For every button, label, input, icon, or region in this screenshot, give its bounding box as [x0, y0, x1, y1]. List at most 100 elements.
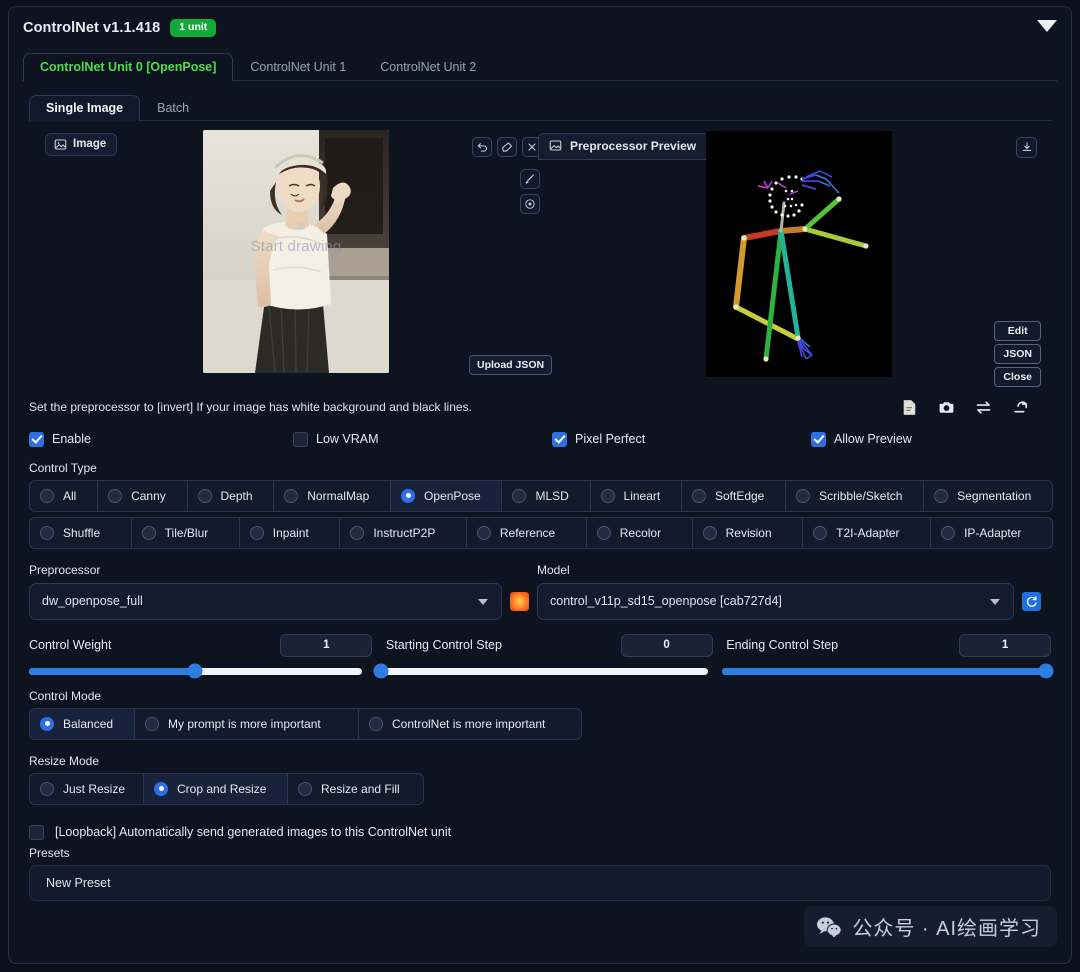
eraser-icon[interactable] — [497, 136, 517, 157]
chevron-down-icon[interactable] — [1037, 20, 1057, 32]
control-type-instructp2p[interactable]: InstructP2P — [339, 516, 466, 549]
slider-labels: Control Weight 1 Starting Control Step 0… — [29, 633, 1052, 657]
preprocessor-label: Preprocessor — [29, 562, 101, 577]
loopback-label: [Loopback] Automatically send generated … — [55, 825, 452, 840]
control-type-segmentation[interactable]: Segmentation — [923, 479, 1053, 512]
source-image-canvas[interactable]: Start drawing — [203, 129, 389, 373]
slider-tracks — [29, 663, 1054, 679]
control-type-t2i-adapter[interactable]: T2I-Adapter — [802, 516, 931, 549]
presets-value: New Preset — [46, 875, 111, 890]
checkbox-enable[interactable]: Enable — [29, 431, 293, 447]
control-type-openpose[interactable]: OpenPose — [390, 479, 502, 512]
control-type-depth[interactable]: Depth — [186, 479, 274, 512]
radio-label: SoftEdge — [714, 488, 765, 503]
preprocessor-dropdown[interactable]: dw_openpose_full — [29, 582, 502, 620]
control-type-tile-blur[interactable]: Tile/Blur — [130, 516, 239, 549]
resize-mode-resize-and-fill[interactable]: Resize and Fill — [287, 772, 424, 805]
radio-dot — [813, 525, 828, 540]
control-type-normalmap[interactable]: NormalMap — [273, 479, 391, 512]
radio-dot — [40, 716, 54, 731]
starting-step-value[interactable]: 0 — [620, 633, 713, 657]
checkbox-box — [293, 431, 308, 447]
radio-dot — [934, 488, 949, 503]
radio-label: InstructP2P — [373, 525, 436, 540]
radio-label: Depth — [220, 488, 253, 503]
checkbox-allow-preview[interactable]: Allow Preview — [811, 431, 912, 447]
tab-single-image[interactable]: Single Image — [29, 94, 141, 121]
checkbox-pixel-perfect[interactable]: Pixel Perfect — [552, 431, 811, 447]
starting-step-label: Starting Control Step — [385, 638, 502, 653]
upload-json-button[interactable]: Upload JSON — [469, 354, 553, 375]
tab-controlnet-unit-0[interactable]: ControlNet Unit 0 [OpenPose] — [23, 52, 234, 81]
preprocessor-preview-header[interactable]: Preprocessor Preview — [538, 132, 710, 160]
resize-mode-just-resize[interactable]: Just Resize — [29, 772, 143, 805]
checkbox-loopback[interactable]: [Loopback] Automatically send generated … — [29, 824, 1051, 840]
radio-dot — [145, 716, 159, 731]
control-mode-balanced[interactable]: Balanced — [29, 707, 134, 740]
control-type-recolor[interactable]: Recolor — [585, 516, 692, 549]
checkbox-low-vram[interactable]: Low VRAM — [293, 431, 552, 447]
presets-dropdown[interactable]: New Preset — [29, 864, 1051, 901]
explosion-icon[interactable] — [510, 591, 529, 611]
brush-icon[interactable] — [520, 168, 540, 189]
control-type-canny[interactable]: Canny — [97, 479, 187, 512]
tab-batch[interactable]: Batch — [140, 95, 206, 121]
radio-dot — [154, 781, 168, 796]
radio-dot — [284, 488, 299, 503]
control-type-shuffle[interactable]: Shuffle — [29, 516, 131, 549]
control-type-softedge[interactable]: SoftEdge — [680, 479, 786, 512]
document-edit-icon[interactable] — [901, 399, 918, 416]
send-arrow-icon[interactable] — [1012, 399, 1029, 416]
control-type-mlsd[interactable]: MLSD — [501, 479, 590, 512]
watermark-text: 公众号 · AI绘画学习 — [852, 918, 1041, 940]
pose-edit-button[interactable]: Edit — [994, 320, 1041, 341]
ending-step-value[interactable]: 1 — [959, 633, 1052, 657]
control-type-reference[interactable]: Reference — [465, 516, 586, 549]
tab-controlnet-unit-2[interactable]: ControlNet Unit 2 — [363, 53, 493, 81]
checkbox-label: Enable — [52, 432, 91, 447]
control-weight-slider[interactable] — [29, 663, 362, 679]
panel-header: ControlNet v1.1.418 1 unit — [9, 7, 1071, 41]
control-type-all[interactable]: All — [29, 479, 98, 512]
color-palette-icon[interactable] — [520, 193, 540, 214]
checkbox-label: Low VRAM — [316, 432, 379, 447]
control-type-ip-adapter[interactable]: IP-Adapter — [930, 516, 1053, 549]
image-source-chip[interactable]: Image — [45, 132, 118, 156]
control-mode-my-prompt[interactable]: My prompt is more important — [134, 707, 358, 740]
control-type-lineart[interactable]: Lineart — [589, 479, 681, 512]
openpose-preview-image[interactable] — [706, 130, 892, 377]
tab-controlnet-unit-1[interactable]: ControlNet Unit 1 — [233, 53, 363, 81]
download-icon[interactable] — [1016, 136, 1037, 158]
checkbox-box — [29, 431, 44, 447]
radio-dot — [40, 525, 54, 540]
control-weight-value[interactable]: 1 — [280, 633, 373, 657]
camera-icon[interactable] — [938, 399, 955, 416]
radio-label: OpenPose — [424, 488, 481, 503]
starting-step-slider[interactable] — [373, 663, 709, 679]
resize-mode-label: Resize Mode — [29, 753, 100, 768]
openpose-action-buttons: Edit JSON Close — [994, 320, 1041, 387]
pose-close-button[interactable]: Close — [994, 366, 1041, 387]
send-to-icons — [901, 399, 1051, 416]
resize-mode-crop-and-resize[interactable]: Crop and Resize — [143, 772, 287, 805]
control-mode-controlnet[interactable]: ControlNet is more important — [358, 707, 582, 740]
control-type-scribble-sketch[interactable]: Scribble/Sketch — [785, 479, 924, 512]
control-type-inpaint[interactable]: Inpaint — [238, 516, 340, 549]
image-icon — [549, 139, 562, 152]
preprocessor-preview-label: Preprocessor Preview — [570, 138, 697, 153]
radio-dot — [108, 488, 123, 503]
source-tab-bar: Single Image Batch — [29, 93, 1051, 121]
wechat-icon — [816, 916, 843, 938]
model-dropdown[interactable]: control_v11p_sd15_openpose [cab727d4] — [537, 582, 1014, 620]
radio-label: T2I-Adapter — [836, 525, 900, 540]
presets-label: Presets — [29, 845, 70, 860]
swap-arrows-icon[interactable] — [975, 399, 992, 416]
resize-mode-group: Just Resize Crop and Resize Resize and F… — [29, 772, 821, 805]
radio-label: Just Resize — [63, 781, 126, 796]
ending-step-slider[interactable] — [722, 663, 1054, 679]
model-row: Preprocessor dw_openpose_full Model cont… — [29, 563, 1051, 620]
pose-json-button[interactable]: JSON — [994, 343, 1041, 364]
undo-icon[interactable] — [472, 136, 492, 157]
refresh-icon[interactable] — [1022, 591, 1041, 611]
control-type-revision[interactable]: Revision — [691, 516, 803, 549]
